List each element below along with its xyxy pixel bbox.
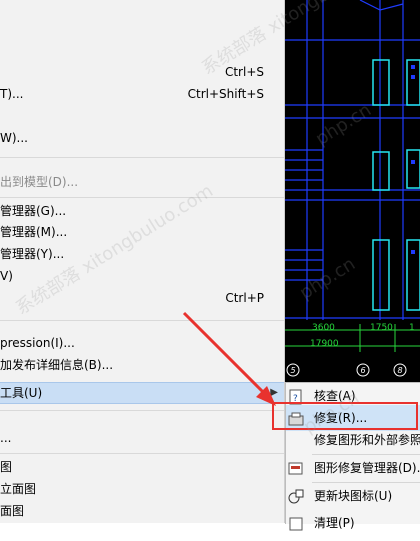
menu-item-label: ... bbox=[0, 431, 12, 445]
menu-separator bbox=[0, 197, 284, 198]
menu-separator bbox=[0, 410, 284, 411]
menu-item-manager-m[interactable]: 管理器(M)... bbox=[0, 222, 284, 242]
menu-item-print[interactable]: Ctrl+P bbox=[0, 288, 284, 308]
dim-label: 1750 bbox=[370, 323, 393, 333]
dim-label: 17900 bbox=[310, 339, 339, 349]
axis-label: 8 bbox=[397, 366, 402, 375]
update-block-icon bbox=[288, 488, 304, 504]
submenu-item-update-block-icons[interactable]: 更新块图标(U) bbox=[286, 483, 420, 509]
highlight-box bbox=[272, 402, 418, 430]
purge-icon bbox=[288, 515, 304, 531]
menu-item-label: 工具(U) bbox=[0, 386, 43, 400]
menu-item-label: 管理器(Y)... bbox=[0, 247, 65, 261]
dim-label: 1 bbox=[409, 323, 415, 333]
menu-item-label: V) bbox=[0, 269, 13, 283]
menu-item-manager-g[interactable]: 管理器(G)... bbox=[0, 201, 284, 221]
cad-drawing-canvas[interactable]: 3600 1750 1 17900 5 6 8 bbox=[285, 0, 420, 382]
menu-item-label: W)... bbox=[0, 131, 28, 145]
recovery-manager-icon bbox=[288, 460, 304, 476]
menu-item-manager-y[interactable]: 管理器(Y)... bbox=[0, 244, 284, 264]
menu-item-label: 面图 bbox=[0, 504, 25, 518]
dim-label: 3600 bbox=[312, 323, 335, 333]
submenu-arrow-icon: ▶ bbox=[270, 387, 278, 398]
menu-item-w[interactable]: W)... bbox=[0, 128, 284, 148]
axis-label: 6 bbox=[360, 366, 365, 375]
menu-item-recent-1[interactable]: 图 bbox=[0, 457, 284, 477]
menu-item-label: 管理器(M)... bbox=[0, 225, 68, 239]
menu-separator bbox=[0, 157, 284, 158]
submenu-item-label: 图形修复管理器(D)... bbox=[314, 461, 420, 475]
menu-item-export-to-model[interactable]: 出到模型(D)... bbox=[0, 172, 284, 192]
cad-drawing: 3600 1750 1 17900 5 6 8 bbox=[285, 0, 420, 377]
menu-item-recent-2[interactable]: 立面图 bbox=[0, 479, 284, 499]
menu-item-label: 加发布详细信息(B)... bbox=[0, 358, 114, 372]
menu-item-v[interactable]: V) bbox=[0, 266, 284, 286]
submenu-item-label: 清理(P) bbox=[314, 516, 355, 530]
menu-item-publish-details[interactable]: 加发布详细信息(B)... bbox=[0, 355, 284, 375]
menu-item-save-as[interactable]: T)... Ctrl+Shift+S bbox=[0, 84, 284, 104]
menu-item-shortcut: Ctrl+Shift+S bbox=[187, 87, 264, 101]
menu-item-recent-3[interactable]: 面图 bbox=[0, 501, 284, 521]
menu-item-label: pression(I)... bbox=[0, 336, 75, 350]
menu-separator bbox=[0, 320, 284, 321]
axis-label: 5 bbox=[290, 366, 295, 375]
menu-item-label: 图 bbox=[0, 460, 13, 474]
submenu-item-recovery-manager[interactable]: 图形修复管理器(D)... bbox=[286, 455, 420, 481]
menu-item-drawing-utilities[interactable]: 工具(U) ▶ bbox=[0, 382, 284, 404]
menu-separator bbox=[0, 453, 284, 454]
menu-item-shortcut: Ctrl+S bbox=[224, 65, 264, 79]
menu-item-label: 管理器(G)... bbox=[0, 204, 67, 218]
menu-item-ellipsis[interactable]: ... bbox=[0, 428, 284, 448]
menu-item-label: 立面图 bbox=[0, 482, 37, 496]
submenu-item-label: 更新块图标(U) bbox=[314, 489, 393, 503]
file-menu: Ctrl+S T)... Ctrl+Shift+S W)... 出到模型(D).… bbox=[0, 0, 285, 523]
menu-item-compression[interactable]: pression(I)... bbox=[0, 333, 284, 353]
menu-item-shortcut: Ctrl+P bbox=[225, 291, 264, 305]
menu-item-label: T)... bbox=[0, 87, 24, 101]
menu-item-save[interactable]: Ctrl+S bbox=[0, 62, 284, 82]
submenu-item-purge[interactable]: 清理(P) bbox=[286, 510, 420, 536]
submenu-item-recover-xref[interactable]: 修复图形和外部参照 bbox=[286, 427, 420, 453]
submenu-item-label: 修复图形和外部参照 bbox=[314, 433, 420, 447]
menu-item-label: 出到模型(D)... bbox=[0, 175, 79, 189]
